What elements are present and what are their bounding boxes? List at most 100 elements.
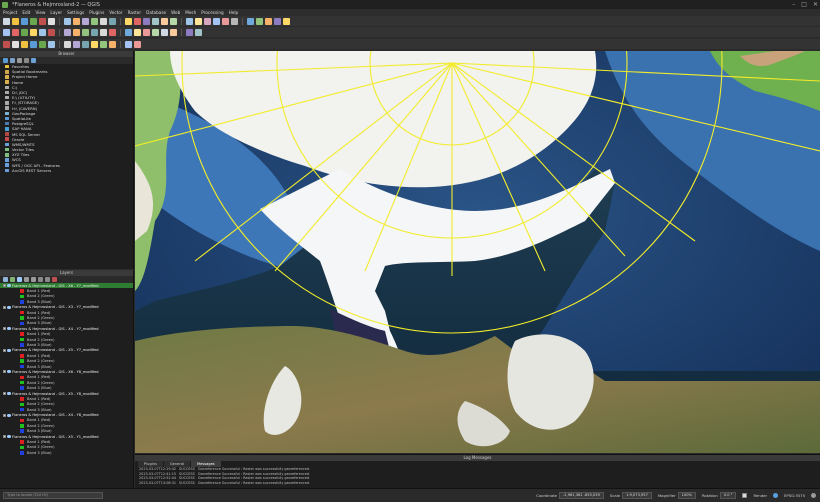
toolbar-tool-icon[interactable]	[195, 28, 202, 36]
rotation-field[interactable]: 0.0 °	[719, 492, 737, 499]
toolbar-tool-icon[interactable]	[82, 28, 89, 36]
toolbar-tool-icon[interactable]	[39, 17, 46, 25]
toolbar-tool-icon[interactable]	[125, 17, 132, 25]
locator-search-input[interactable]: Type to locate (Ctrl+K)	[3, 492, 103, 499]
layer-visibility-checkbox[interactable]	[3, 305, 6, 309]
menu-processing[interactable]: Processing	[201, 10, 223, 15]
menu-view[interactable]: View	[35, 10, 45, 15]
toolbar-tool-icon[interactable]	[186, 17, 193, 25]
scale-field[interactable]: 1:9,073,957	[622, 492, 652, 499]
toolbar-tool-icon[interactable]	[64, 40, 71, 48]
remove-layer-icon[interactable]	[52, 277, 57, 282]
messages-icon[interactable]	[811, 493, 816, 498]
toolbar-tool-icon[interactable]	[265, 17, 272, 25]
filter-legend-icon[interactable]	[24, 277, 29, 282]
toolbar-tool-icon[interactable]	[170, 28, 177, 36]
menu-help[interactable]: Help	[229, 10, 239, 15]
toolbar-tool-icon[interactable]	[48, 28, 55, 36]
toolbar-tool-icon[interactable]	[195, 17, 202, 25]
layer-visibility-checkbox[interactable]	[3, 435, 6, 439]
toolbar-tool-icon[interactable]	[143, 17, 150, 25]
toolbar-tool-icon[interactable]	[134, 40, 141, 48]
toolbar-tool-icon[interactable]	[91, 40, 98, 48]
toolbar-tool-icon[interactable]	[64, 28, 71, 36]
toolbar-tool-icon[interactable]	[204, 17, 211, 25]
map-canvas[interactable]	[135, 51, 820, 453]
toolbar-tool-icon[interactable]	[30, 17, 37, 25]
menu-vector[interactable]: Vector	[109, 10, 122, 15]
expand-all-icon[interactable]	[38, 277, 43, 282]
toolbar-tool-icon[interactable]	[39, 40, 46, 48]
toolbar-tool-icon[interactable]	[73, 28, 80, 36]
menu-plugins[interactable]: Plugins	[89, 10, 104, 15]
toolbar-tool-icon[interactable]	[21, 17, 28, 25]
minimize-icon[interactable]: –	[792, 1, 795, 8]
crs-globe-icon[interactable]	[773, 493, 779, 498]
menu-edit[interactable]: Edit	[22, 10, 30, 15]
crs-label[interactable]: EPSG:3575	[784, 493, 805, 498]
collapse-all-icon[interactable]	[24, 58, 29, 63]
toolbar-tool-icon[interactable]	[256, 17, 263, 25]
toolbar-tool-icon[interactable]	[39, 28, 46, 36]
toolbar-tool-icon[interactable]	[73, 17, 80, 25]
filter-by-expression-icon[interactable]	[31, 277, 36, 282]
toolbar-tool-icon[interactable]	[186, 28, 193, 36]
collapse-all-icon[interactable]	[45, 277, 50, 282]
toolbar-tool-icon[interactable]	[283, 17, 290, 25]
toolbar-tool-icon[interactable]	[100, 28, 107, 36]
layer-visibility-checkbox[interactable]	[3, 413, 6, 417]
layer-visibility-checkbox[interactable]	[3, 327, 6, 331]
toolbar-tool-icon[interactable]	[161, 28, 168, 36]
map-render[interactable]	[135, 51, 820, 453]
refresh-icon[interactable]	[10, 58, 15, 63]
toolbar-tool-icon[interactable]	[21, 28, 28, 36]
maximize-icon[interactable]: □	[801, 1, 807, 8]
toolbar-tool-icon[interactable]	[100, 40, 107, 48]
toolbar-tool-icon[interactable]	[21, 40, 28, 48]
toolbar-tool-icon[interactable]	[3, 28, 10, 36]
toolbar-tool-icon[interactable]	[213, 17, 220, 25]
toolbar-tool-icon[interactable]	[91, 17, 98, 25]
toolbar-tool-icon[interactable]	[48, 40, 55, 48]
toolbar-tool-icon[interactable]	[91, 28, 98, 36]
layer-visibility-checkbox[interactable]	[3, 348, 6, 352]
toolbar-tool-icon[interactable]	[3, 40, 10, 48]
toolbar-tool-icon[interactable]	[109, 28, 116, 36]
open-layer-styling-icon[interactable]	[3, 277, 8, 282]
close-icon[interactable]: ✕	[813, 1, 818, 8]
layer-visibility-checkbox[interactable]	[3, 392, 6, 395]
toolbar-tool-icon[interactable]	[152, 17, 159, 25]
toolbar-tool-icon[interactable]	[48, 17, 55, 25]
toolbar-tool-icon[interactable]	[109, 17, 116, 25]
toolbar-tool-icon[interactable]	[3, 17, 10, 25]
menu-project[interactable]: Project	[3, 10, 17, 15]
toolbar-tool-icon[interactable]	[12, 17, 19, 25]
toolbar-tool-icon[interactable]	[30, 28, 37, 36]
render-checkbox[interactable]	[742, 493, 748, 498]
coordinate-field[interactable]: -2,961,361 -655,039	[558, 492, 604, 499]
toolbar-tool-icon[interactable]	[143, 28, 150, 36]
toolbar-tool-icon[interactable]	[109, 40, 116, 48]
toolbar-tool-icon[interactable]	[82, 40, 89, 48]
toolbar-tool-icon[interactable]	[12, 28, 19, 36]
toolbar-tool-icon[interactable]	[12, 40, 19, 48]
toolbar-tool-icon[interactable]	[161, 17, 168, 25]
toolbar-tool-icon[interactable]	[170, 17, 177, 25]
menu-mesh[interactable]: Mesh	[185, 10, 196, 15]
toolbar-tool-icon[interactable]	[125, 40, 132, 48]
toolbar-tool-icon[interactable]	[134, 28, 141, 36]
layer-visibility-checkbox[interactable]	[3, 284, 6, 288]
add-selected-layers-icon[interactable]	[3, 58, 8, 63]
add-group-icon[interactable]	[10, 277, 15, 282]
filter-icon[interactable]	[17, 58, 22, 63]
menu-database[interactable]: Database	[146, 10, 166, 15]
browser-item[interactable]: ArcGIS REST Servers	[0, 168, 133, 173]
toolbar-tool-icon[interactable]	[274, 17, 281, 25]
toolbar-tool-icon[interactable]	[73, 40, 80, 48]
manage-visibility-icon[interactable]	[17, 277, 22, 282]
properties-icon[interactable]	[31, 58, 36, 63]
toolbar-tool-icon[interactable]	[64, 17, 71, 25]
toolbar-tool-icon[interactable]	[100, 17, 107, 25]
toolbar-tool-icon[interactable]	[231, 17, 238, 25]
toolbar-tool-icon[interactable]	[222, 17, 229, 25]
